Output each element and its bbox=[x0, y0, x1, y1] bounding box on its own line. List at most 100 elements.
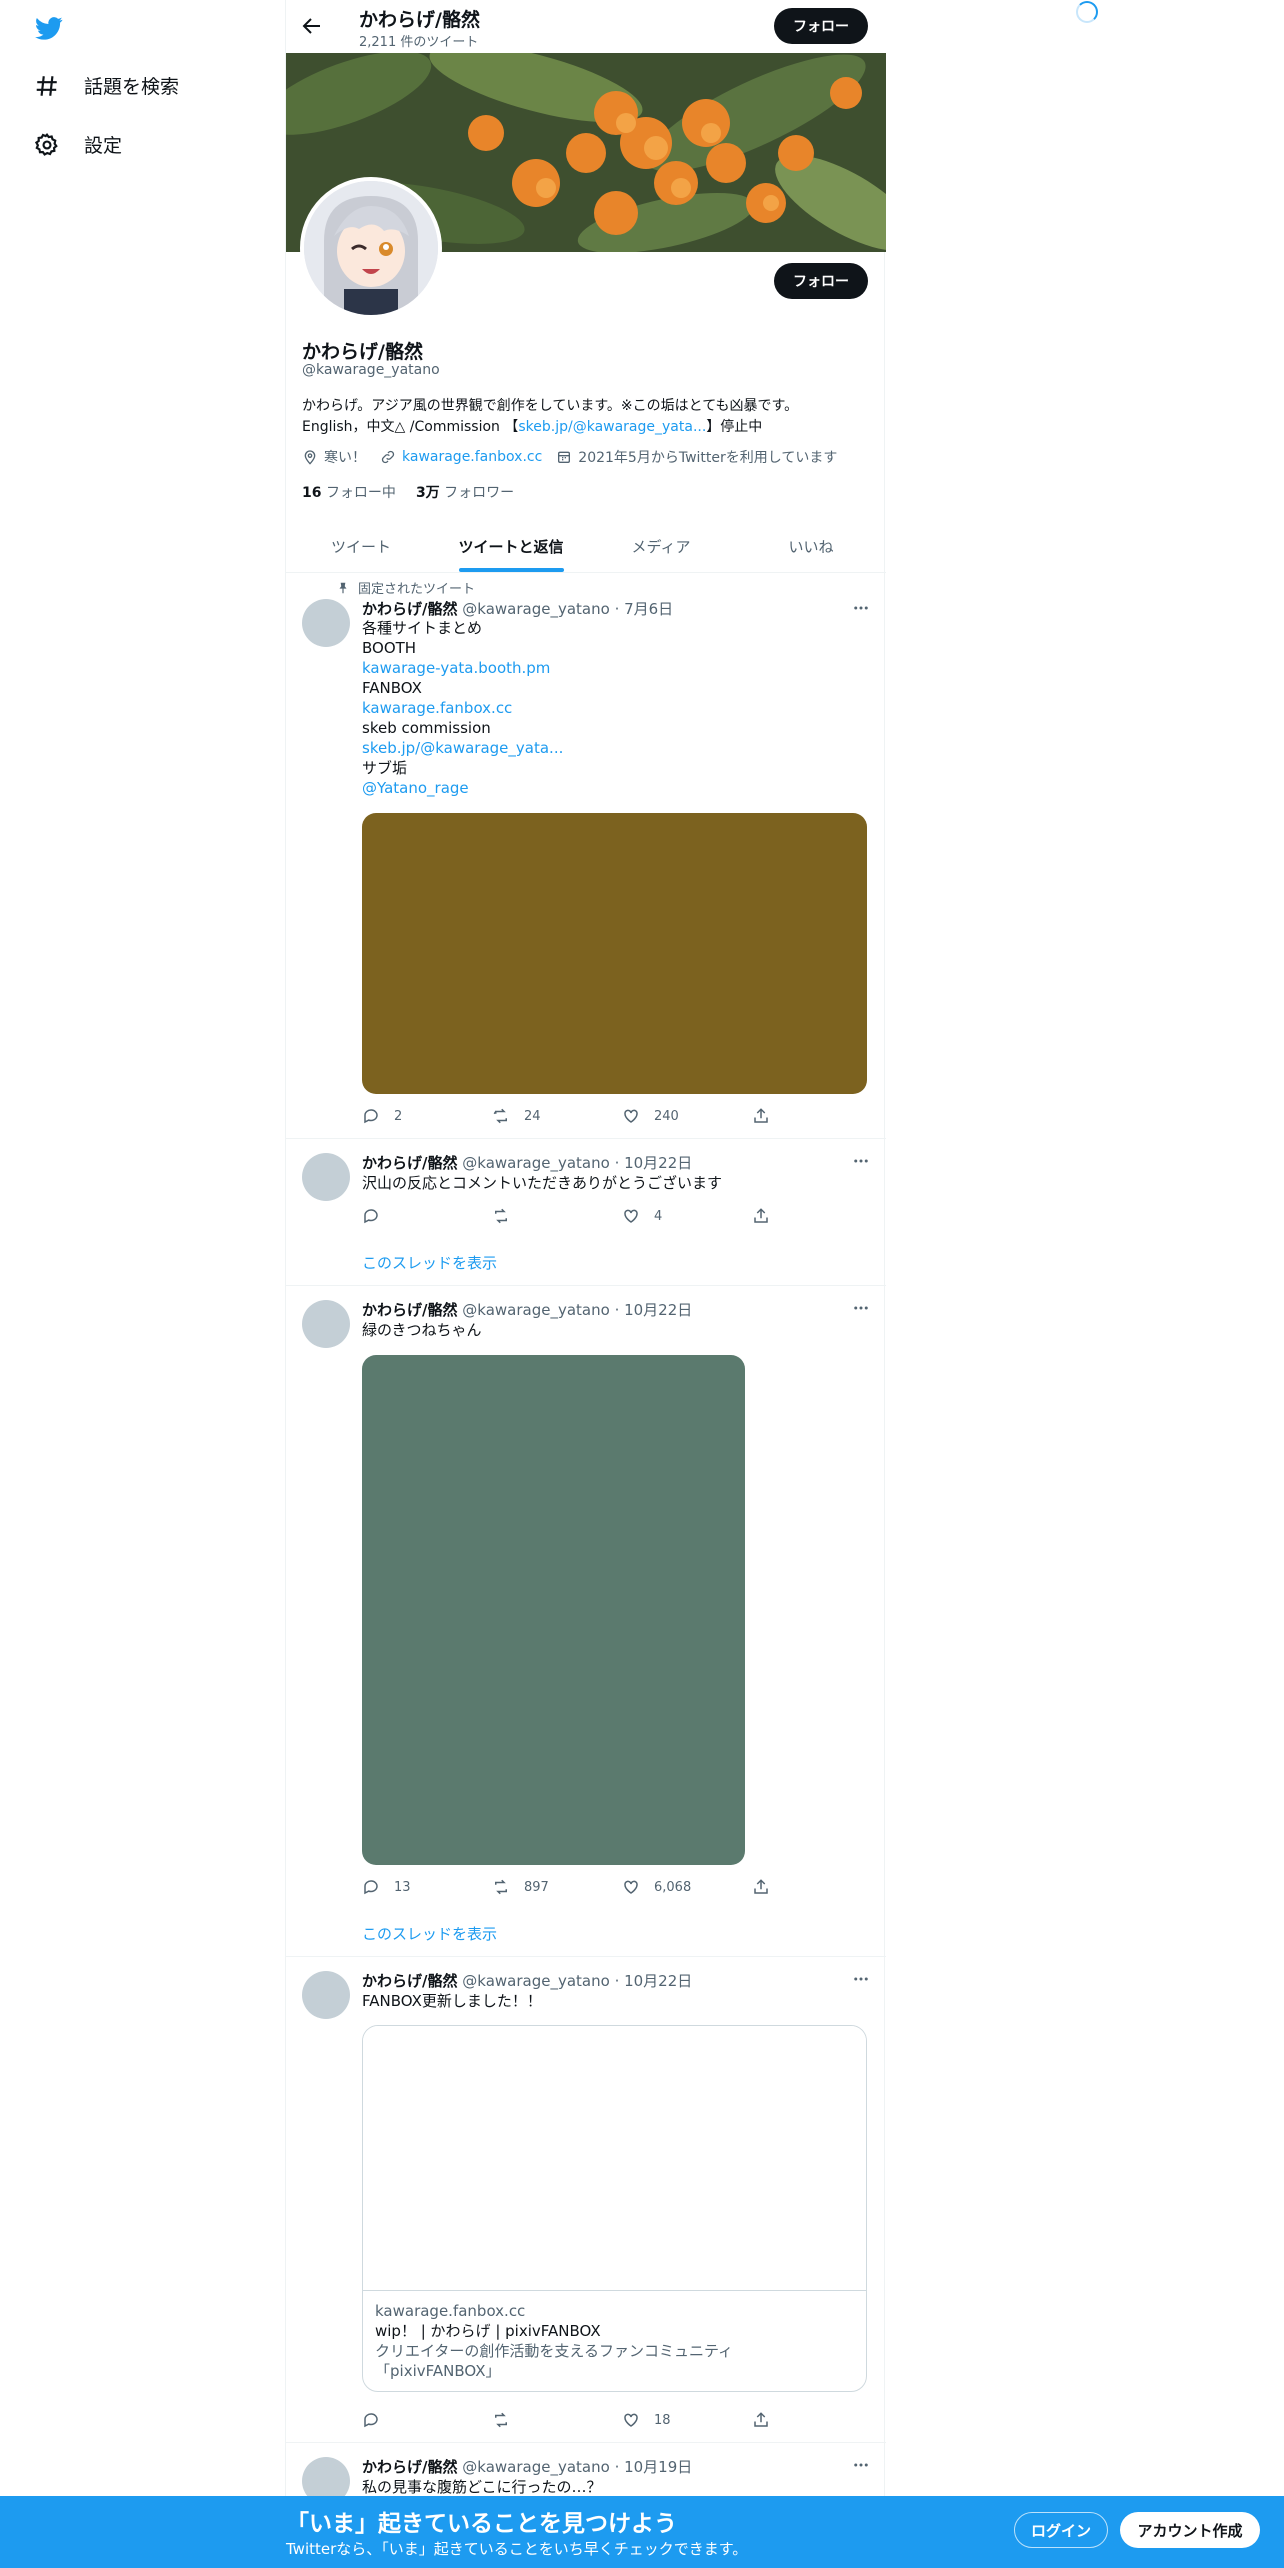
tweet-author-handle[interactable]: @kawarage_yatano bbox=[462, 2458, 610, 2476]
retweet-button[interactable] bbox=[492, 1207, 622, 1225]
booth-link[interactable]: kawarage-yata.booth.pm bbox=[362, 659, 550, 677]
reply-count: 13 bbox=[394, 1879, 411, 1895]
profile-tabs: ツイート ツイートと返信 メディア いいね bbox=[286, 520, 886, 573]
reply-count: 2 bbox=[394, 1108, 403, 1124]
more-options-icon[interactable] bbox=[852, 1152, 870, 1170]
tweet-avatar[interactable] bbox=[302, 599, 350, 647]
profile-header-bar: かわらげ/骼然 2,211 件のツイート フォロー bbox=[286, 0, 886, 53]
sidebar-item-label: 話題を検索 bbox=[84, 76, 180, 98]
like-count: 18 bbox=[654, 2412, 671, 2428]
tweet[interactable]: かわらげ/骼然 @kawarage_yatano · 10月22日 沢山の反応と… bbox=[286, 1139, 886, 1286]
reply-button[interactable] bbox=[362, 2411, 492, 2429]
skeb-link[interactable]: skeb.jp/@kawarage_yata... bbox=[362, 739, 563, 757]
tweet-author-name[interactable]: かわらげ/骼然 bbox=[362, 1301, 457, 1319]
share-button[interactable] bbox=[752, 2411, 770, 2429]
tweet[interactable]: かわらげ/骼然 @kawarage_yatano · 10月22日 FANBOX… bbox=[286, 1957, 886, 2443]
more-options-icon[interactable] bbox=[852, 599, 870, 617]
tweet[interactable]: かわらげ/骼然 @kawarage_yatano · 7月6日 各種サイトまとめ… bbox=[286, 573, 886, 1139]
website-link[interactable]: kawarage.fanbox.cc bbox=[402, 449, 542, 465]
tweet-date[interactable]: · 10月22日 bbox=[615, 1154, 693, 1172]
heart-icon bbox=[624, 1109, 638, 1123]
like-count: 6,068 bbox=[654, 1879, 692, 1895]
header-profile-name: かわらげ/骼然 bbox=[359, 9, 480, 31]
profile-avatar[interactable] bbox=[300, 177, 442, 319]
tweet-avatar[interactable] bbox=[302, 1153, 350, 1201]
tweet-text: 緑のきつねちゃん bbox=[362, 1320, 866, 1340]
reply-button[interactable]: 2 bbox=[362, 1107, 492, 1125]
tweet-media-image[interactable] bbox=[362, 813, 867, 1094]
tweet[interactable]: かわらげ/骼然 @kawarage_yatano · 10月22日 緑のきつねち… bbox=[286, 1286, 886, 1957]
like-button[interactable]: 6,068 bbox=[622, 1878, 752, 1896]
card-description: 「pixivFANBOX」 bbox=[375, 2362, 501, 2380]
retweet-icon bbox=[495, 1879, 507, 1895]
tweet-author-handle[interactable]: @kawarage_yatano bbox=[462, 1301, 610, 1319]
retweet-button[interactable]: 24 bbox=[492, 1107, 622, 1125]
sidebar-item-settings[interactable]: 設定 bbox=[34, 131, 122, 158]
tweet-date[interactable]: · 7月6日 bbox=[615, 600, 674, 618]
tweet-line: FANBOX更新しました！！ bbox=[362, 1992, 542, 2010]
retweet-button[interactable]: 897 bbox=[492, 1878, 622, 1896]
tweet-text: 各種サイトまとめ BOOTH kawarage-yata.booth.pm FA… bbox=[362, 618, 866, 798]
more-options-icon[interactable] bbox=[852, 2456, 870, 2474]
retweet-count: 897 bbox=[524, 1879, 549, 1895]
following-link[interactable]: 16 フォロー中 bbox=[302, 482, 396, 502]
tweet-author-handle[interactable]: @kawarage_yatano bbox=[462, 1154, 610, 1172]
login-button[interactable]: ログイン bbox=[1014, 2512, 1108, 2548]
profile-follow-button[interactable]: フォロー bbox=[774, 263, 868, 299]
link-preview-card[interactable]: kawarage.fanbox.cc wip！ | かわらげ | pixivFA… bbox=[362, 2025, 867, 2392]
tab-media[interactable]: メディア bbox=[586, 520, 736, 572]
like-button[interactable]: 18 bbox=[622, 2411, 752, 2429]
profile-meta: 寒い！ kawarage.fanbox.cc 2021年5月からTwitterを… bbox=[302, 447, 837, 467]
share-button[interactable] bbox=[752, 1207, 770, 1225]
like-count: 240 bbox=[654, 1108, 679, 1124]
sidebar-item-explore[interactable]: 話題を検索 bbox=[34, 72, 179, 99]
reply-button[interactable] bbox=[362, 1207, 492, 1225]
tab-likes[interactable]: いいね bbox=[736, 520, 886, 572]
share-button[interactable] bbox=[752, 1107, 770, 1125]
reply-icon bbox=[364, 2413, 378, 2428]
tweet-avatar[interactable] bbox=[302, 1300, 350, 1348]
tweet-date[interactable]: · 10月22日 bbox=[615, 1301, 693, 1319]
tweet-header: かわらげ/骼然 @kawarage_yatano · 7月6日 bbox=[362, 598, 673, 619]
tweet-author-handle[interactable]: @kawarage_yatano bbox=[462, 600, 610, 618]
tweet-date[interactable]: · 10月19日 bbox=[615, 2458, 693, 2476]
followers-link[interactable]: 3万 フォロワー bbox=[416, 482, 514, 502]
tweet-line: 私の見事な腹筋どこに行ったの…？ bbox=[362, 2478, 602, 2496]
profile-follow-stats: 16 フォロー中 3万 フォロワー bbox=[302, 482, 514, 502]
sidebar-item-label: 設定 bbox=[84, 135, 123, 157]
more-options-icon[interactable] bbox=[852, 1970, 870, 1988]
tweet-header: かわらげ/骼然 @kawarage_yatano · 10月22日 bbox=[362, 1970, 692, 1991]
tweet-actions: 4 bbox=[362, 1207, 787, 1225]
tweet-date[interactable]: · 10月22日 bbox=[615, 1972, 693, 1990]
mention-link[interactable]: @Yatano_rage bbox=[362, 779, 469, 797]
like-button[interactable]: 240 bbox=[622, 1107, 752, 1125]
bio-skeb-link[interactable]: skeb.jp/@kawarage_yata... bbox=[518, 419, 706, 435]
tweet-avatar[interactable] bbox=[302, 1971, 350, 2019]
more-options-icon[interactable] bbox=[852, 1299, 870, 1317]
fanbox-link[interactable]: kawarage.fanbox.cc bbox=[362, 699, 512, 717]
twitter-bird-icon[interactable] bbox=[33, 14, 65, 42]
tweet-author-name[interactable]: かわらげ/骼然 bbox=[362, 1972, 457, 1990]
tweet-author-handle[interactable]: @kawarage_yatano bbox=[462, 1972, 610, 1990]
reply-button[interactable]: 13 bbox=[362, 1878, 492, 1896]
show-thread-link[interactable]: このスレッドを表示 bbox=[362, 1252, 497, 1273]
back-arrow-icon[interactable] bbox=[300, 14, 324, 38]
tab-tweets[interactable]: ツイート bbox=[286, 520, 436, 572]
tab-tweets-and-replies[interactable]: ツイートと返信 bbox=[436, 520, 586, 572]
like-button[interactable]: 4 bbox=[622, 1207, 752, 1225]
reply-icon bbox=[364, 1209, 378, 1224]
signup-button[interactable]: アカウント作成 bbox=[1120, 2512, 1260, 2548]
retweet-button[interactable] bbox=[492, 2411, 622, 2429]
share-button[interactable] bbox=[752, 1878, 770, 1896]
heart-icon bbox=[624, 2413, 638, 2427]
show-thread-link[interactable]: このスレッドを表示 bbox=[362, 1923, 497, 1944]
tweet-author-name[interactable]: かわらげ/骼然 bbox=[362, 1154, 457, 1172]
hashtag-icon bbox=[36, 75, 57, 96]
tweet-media-image[interactable] bbox=[362, 1355, 745, 1865]
header-follow-button[interactable]: フォロー bbox=[774, 8, 868, 44]
retweet-icon bbox=[495, 2412, 507, 2428]
tweet-author-name[interactable]: かわらげ/骼然 bbox=[362, 2458, 457, 2476]
tweet-line: skeb commission bbox=[362, 719, 491, 737]
tweet-author-name[interactable]: かわらげ/骼然 bbox=[362, 600, 457, 618]
bio-line: かわらげ。アジア風の世界観で創作をしています。※この垢はとても凶暴です。 bbox=[302, 398, 799, 414]
